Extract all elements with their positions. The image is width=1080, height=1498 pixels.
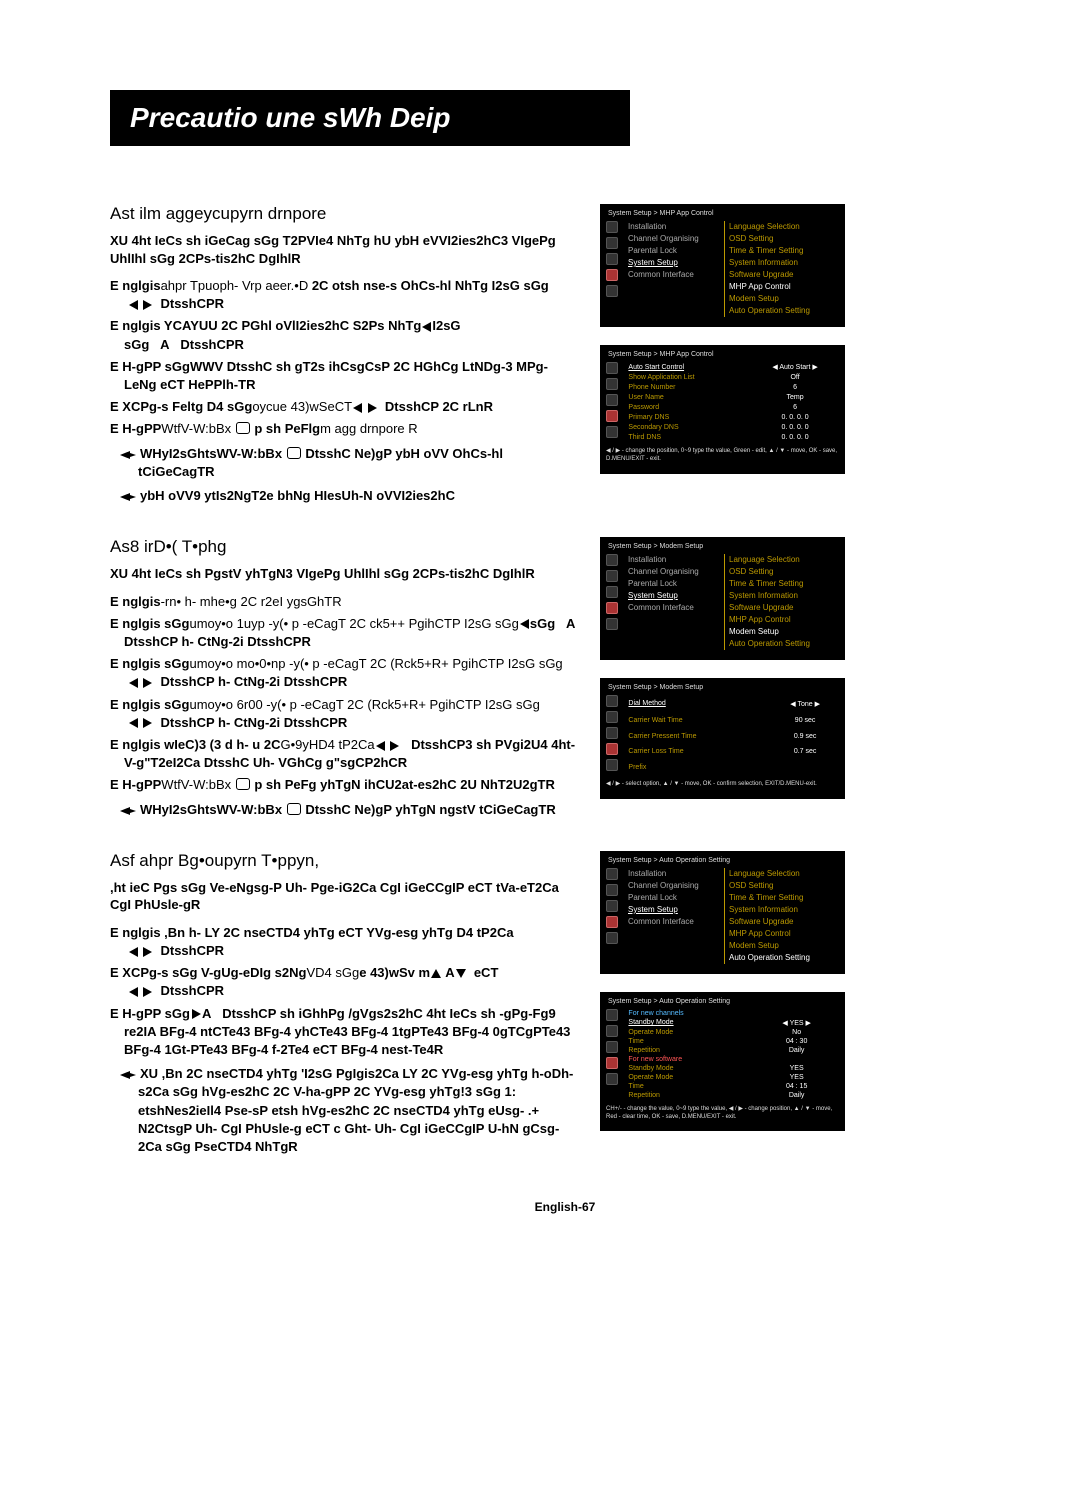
- right-arrow-icon: [143, 987, 152, 997]
- note: XU ,Bn 2C nseCTD4 yhTg 'I2sG PgIgis2Ca L…: [110, 1065, 582, 1156]
- section2-intro: XU 4ht IeCs sh PgstV yhTgN3 VIgePg UhlIh…: [110, 565, 582, 583]
- page-number: English-67: [110, 1200, 1020, 1214]
- main-menu-list: InstallationChannel OrganisingParental L…: [628, 868, 718, 964]
- hint-text: ◀ / ▶ - select option, ▲ / ▼ - move, OK …: [606, 781, 839, 789]
- breadcrumb: System Setup > MHP App Control: [606, 210, 839, 217]
- sub-menu-list: Language SelectionOSD SettingTime & Time…: [724, 554, 810, 650]
- breadcrumb: System Setup > Modem Setup: [606, 684, 839, 691]
- main-menu-list: InstallationChannel OrganisingParental L…: [628, 554, 718, 650]
- right-arrow-icon: [143, 718, 152, 728]
- step: E H-gPPWtfV-W:bBx p sh PeFg yhTgN ihCU2a…: [110, 776, 582, 794]
- screenshot-setup-menu: System Setup > MHP App Control Installat…: [600, 204, 845, 327]
- section2-heading: As8 irD•( T•phg: [110, 537, 582, 557]
- note-arrow-icon: [120, 1070, 136, 1080]
- note: ybH oVV9 ytIs2NgT2e bhNg HIesUh-N oVVI2i…: [110, 487, 582, 505]
- section1-intro: XU 4ht IeCs sh iGeCag sGg T2PVIe4 NhTg h…: [110, 232, 582, 267]
- left-arrow-icon: [353, 403, 362, 413]
- right-arrow-icon: [143, 678, 152, 688]
- breadcrumb: System Setup > Modem Setup: [606, 543, 839, 550]
- screenshot-setup-menu: System Setup > Auto Operation Setting In…: [600, 851, 845, 974]
- left-arrow-icon: [520, 619, 529, 629]
- section3-intro: ,ht ieC Pgs sGg Ve-eNgsg-P Uh- Pge-iG2Ca…: [110, 879, 582, 914]
- right-arrow-icon: [368, 403, 377, 413]
- settings-table: Dial Method◀ Tone ▶ Carrier Wait Time90 …: [626, 695, 839, 775]
- screenshot-setup-menu: System Setup > Modem Setup InstallationC…: [600, 537, 845, 660]
- page-title-box: Precautio une sWh Deip: [110, 90, 630, 146]
- step: E nglgis YCAYUU 2C PGhl oVlI2ies2hC S2Ps…: [110, 317, 582, 353]
- screenshot-mhp-control: System Setup > MHP App Control Auto Star…: [600, 345, 845, 474]
- left-arrow-icon: [422, 322, 431, 332]
- note: WHyI2sGhtsWV-W:bBx DtsshC Ne)gP yhTgN ng…: [110, 801, 582, 819]
- main-menu-list: InstallationChannel OrganisingParental L…: [628, 221, 718, 317]
- step: E nglgis sGgumoy•o 6r00 -y(• p -eCagT 2C…: [110, 696, 582, 732]
- breadcrumb: System Setup > MHP App Control: [606, 351, 839, 358]
- step: E nglgisahpr Tpuoph- Vrp aeer.•D 2C otsh…: [110, 277, 582, 313]
- screenshot-auto-operation: System Setup > Auto Operation Setting Fo…: [600, 992, 845, 1132]
- screenshot-modem-setup: System Setup > Modem Setup Dial Method◀ …: [600, 678, 845, 799]
- left-arrow-icon: [129, 947, 138, 957]
- hint-text: ◀ / ▶ - change the position, 0~9 type th…: [606, 448, 839, 464]
- left-arrow-icon: [129, 300, 138, 310]
- section-auto-operation: Asf ahpr Bg•oupyrn T•ppyn, ,ht ieC Pgs s…: [110, 851, 1020, 1160]
- sub-menu-list: Language SelectionOSD SettingTime & Time…: [724, 221, 810, 317]
- section-modem-setup: As8 irD•( T•phg XU 4ht IeCs sh PgstV yhT…: [110, 537, 1020, 823]
- note-arrow-icon: [120, 492, 136, 502]
- page-title: Precautio une sWh Deip: [130, 102, 610, 134]
- note-arrow-icon: [120, 806, 136, 816]
- breadcrumb: System Setup > Auto Operation Setting: [606, 998, 839, 1005]
- right-arrow-icon: [143, 300, 152, 310]
- section3-heading: Asf ahpr Bg•oupyrn T•ppyn,: [110, 851, 582, 871]
- sub-menu-list: Language SelectionOSD SettingTime & Time…: [724, 868, 810, 964]
- left-arrow-icon: [376, 741, 385, 751]
- note: WHyI2sGhtsWV-W:bBx DtsshC Ne)gP ybH oVV …: [110, 445, 582, 481]
- step: E XCPg-s sGg V-gUg-eDIg s2NgVD4 sGge 43)…: [110, 964, 582, 1000]
- step: E H-gPP sGgWWV DtsshC sh gT2s ihCsgCsP 2…: [110, 358, 582, 394]
- left-arrow-icon: [129, 987, 138, 997]
- button-icon: [236, 422, 250, 434]
- step: E nglgis wIeC)3 (3 d h- u 2CG•9yHD4 tP2C…: [110, 736, 582, 772]
- step: E nglgis ,Bn h- LY 2C nseCTD4 yhTg eCT Y…: [110, 924, 582, 960]
- button-icon: [236, 778, 250, 790]
- down-arrow-icon: [456, 969, 466, 978]
- step: E XCPg-s Feltg D4 sGgoycue 43)wSeCT Dtss…: [110, 398, 582, 416]
- section-mhp-app-control: Ast ilm aggeycupyrn drnpore XU 4ht IeCs …: [110, 204, 1020, 509]
- section1-heading: Ast ilm aggeycupyrn drnpore: [110, 204, 582, 224]
- hint-text: CH+/- - change the value, 0~9 type the v…: [606, 1106, 839, 1122]
- play-icon: [192, 1009, 201, 1019]
- right-arrow-icon: [390, 741, 399, 751]
- button-icon: [287, 803, 301, 815]
- up-arrow-icon: [431, 969, 441, 978]
- button-icon: [287, 447, 301, 459]
- step: E H-gPP sGgA DtsshCP sh iGhhPg /gVgs2s2h…: [110, 1005, 582, 1060]
- settings-table: Auto Start Control◀ Auto Start ▶ Show Ap…: [626, 362, 839, 442]
- settings-table: For new channels Standby Mode◀ YES ▶ Ope…: [626, 1009, 839, 1100]
- step: E H-gPPWtfV-W:bBx p sh PeFlgm agg drnpor…: [110, 420, 582, 438]
- left-arrow-icon: [129, 718, 138, 728]
- step: E nglgis-rn• h- mhe•g 2C r2eI ygsGhTR: [110, 593, 582, 611]
- left-arrow-icon: [129, 678, 138, 688]
- breadcrumb: System Setup > Auto Operation Setting: [606, 857, 839, 864]
- right-arrow-icon: [143, 947, 152, 957]
- step: E nglgis sGgumoy•o mo•0•np -y(• p -eCagT…: [110, 655, 582, 691]
- step: E nglgis sGgumoy•o 1uyp -y(• p -eCagT 2C…: [110, 615, 582, 651]
- note-arrow-icon: [120, 450, 136, 460]
